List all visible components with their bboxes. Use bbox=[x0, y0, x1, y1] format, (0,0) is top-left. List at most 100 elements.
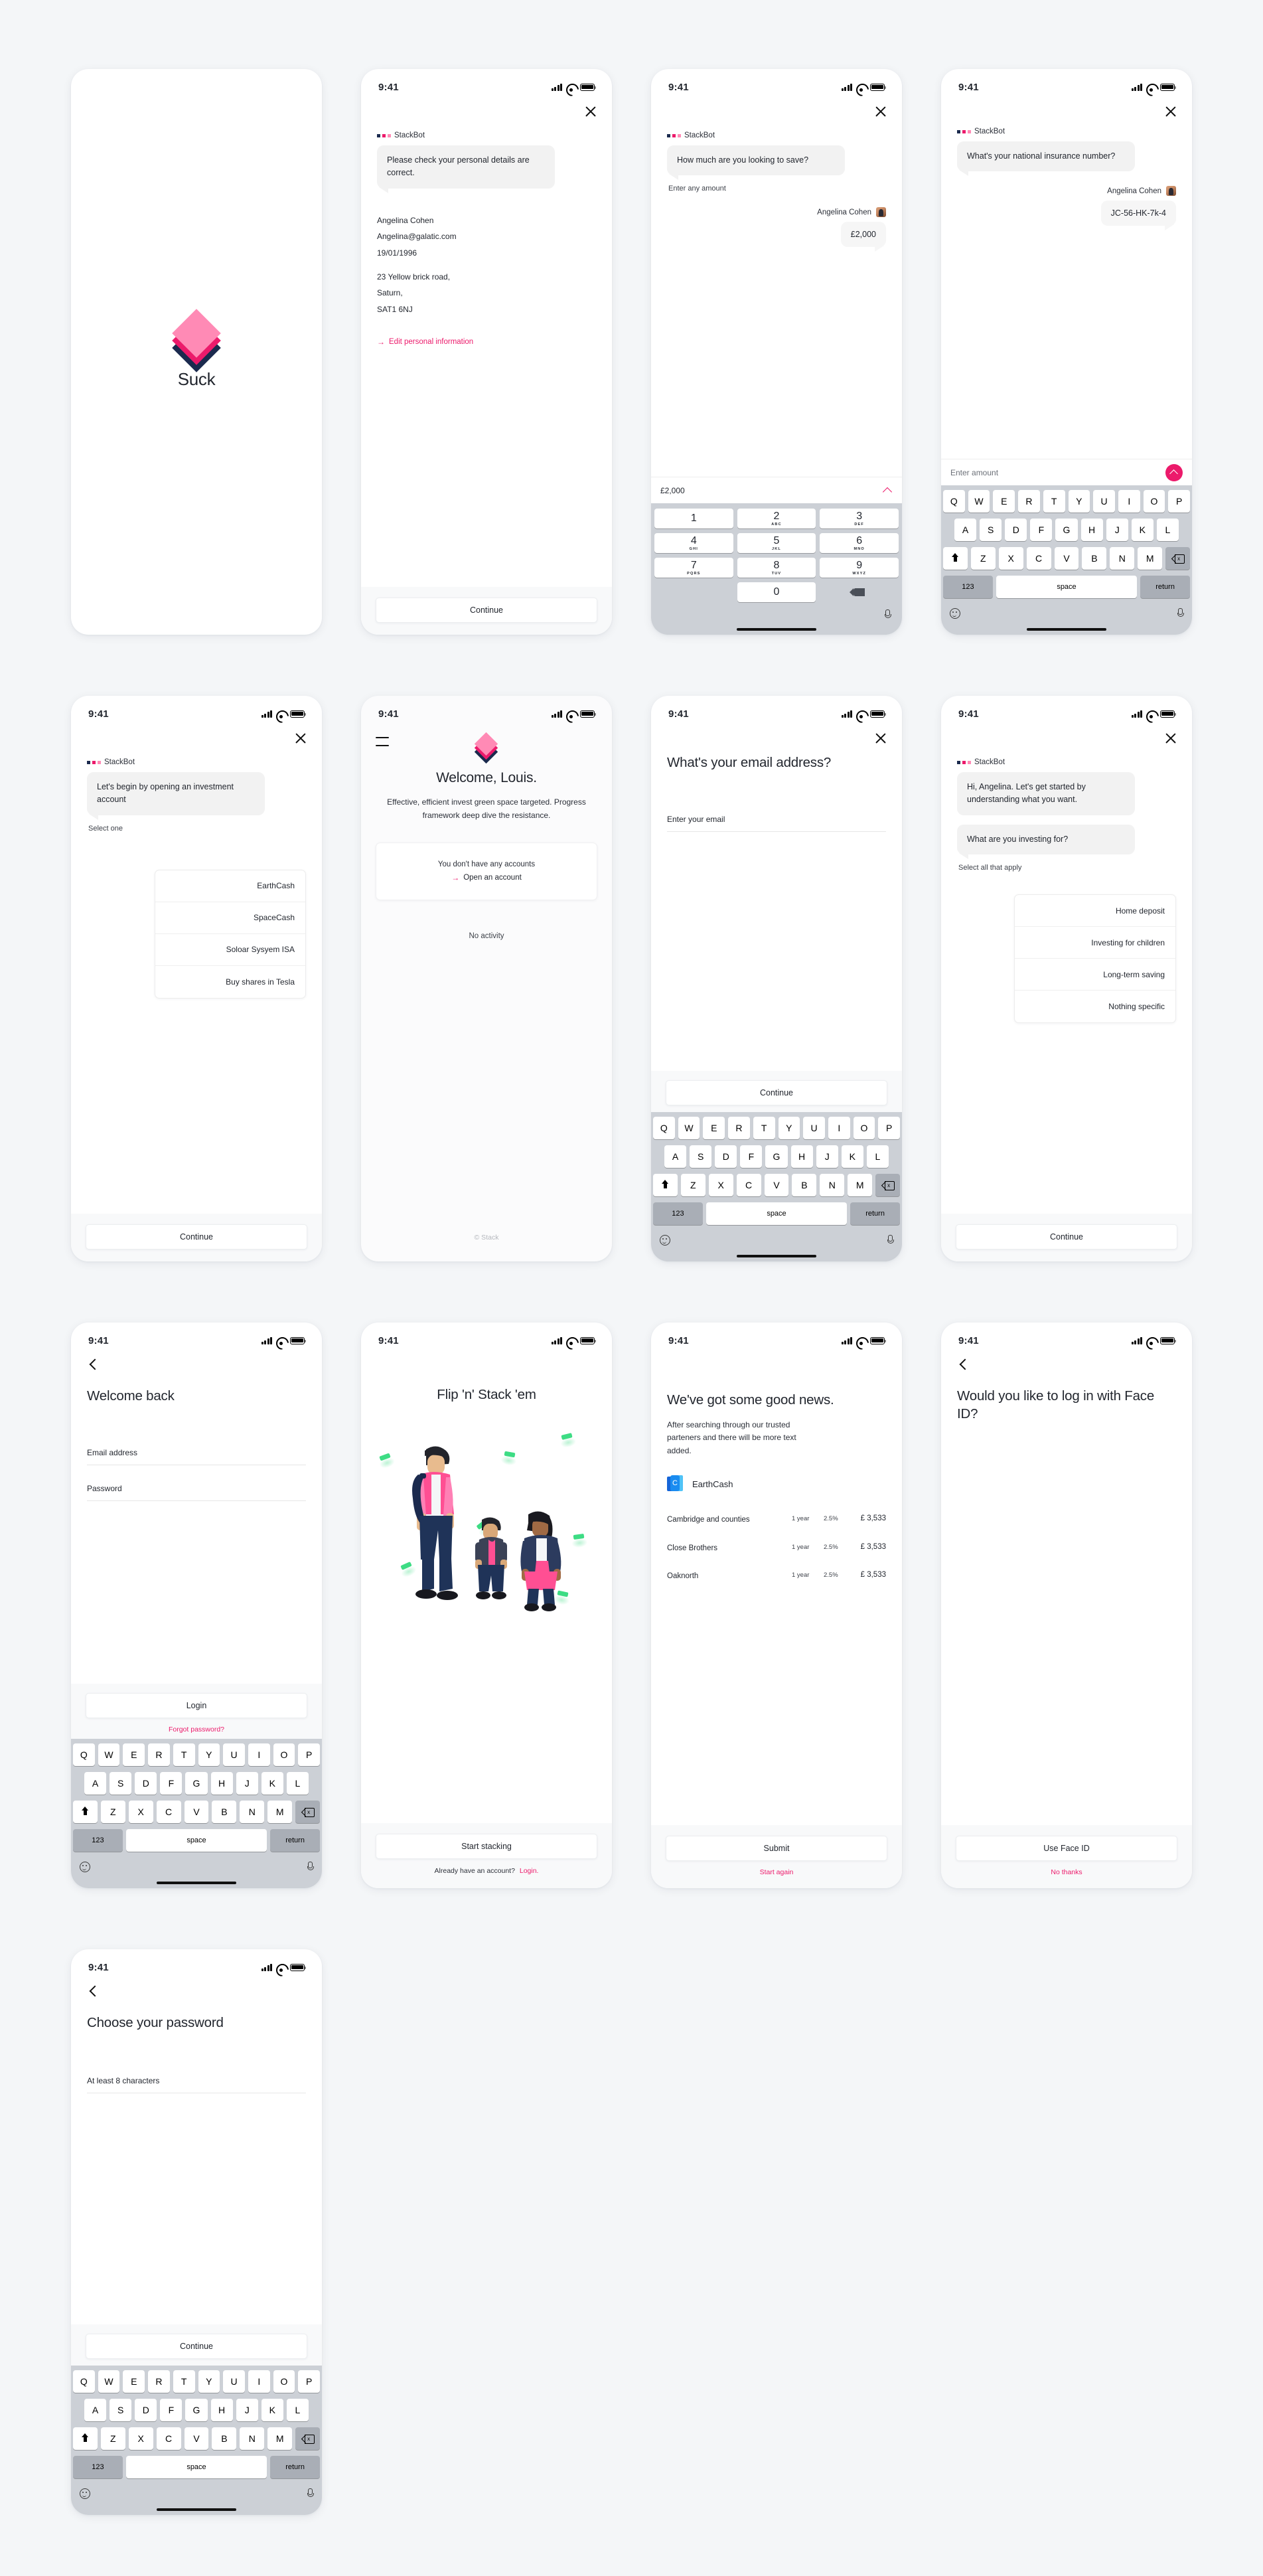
key-c[interactable]: C bbox=[156, 1801, 181, 1823]
space-key[interactable]: space bbox=[996, 576, 1138, 598]
key-q[interactable]: Q bbox=[72, 2370, 95, 2393]
key-g[interactable]: G bbox=[1055, 519, 1078, 541]
key-p[interactable]: P bbox=[298, 1743, 321, 1766]
emoji-icon[interactable] bbox=[660, 1235, 670, 1246]
space-key[interactable]: space bbox=[125, 1829, 267, 1852]
key-c[interactable]: C bbox=[156, 2427, 181, 2450]
key-v[interactable]: V bbox=[184, 1801, 209, 1823]
key-v[interactable]: V bbox=[764, 1174, 789, 1196]
key-t[interactable]: T bbox=[1043, 490, 1065, 513]
key-n[interactable]: N bbox=[820, 1174, 845, 1196]
key-y[interactable]: Y bbox=[198, 1743, 220, 1766]
numeric-toggle-key[interactable]: 123 bbox=[653, 1202, 703, 1225]
key-k[interactable]: K bbox=[1131, 519, 1153, 541]
space-key[interactable]: space bbox=[125, 2456, 267, 2478]
numpad-key-3[interactable]: 3 DEF bbox=[820, 509, 899, 528]
key-s[interactable]: S bbox=[690, 1145, 712, 1168]
key-w[interactable]: W bbox=[678, 1117, 700, 1139]
close-icon[interactable] bbox=[1164, 732, 1177, 745]
numpad-key-7[interactable]: 7 PQRS bbox=[654, 558, 733, 578]
key-d[interactable]: D bbox=[1005, 519, 1027, 541]
key-q[interactable]: Q bbox=[72, 1743, 95, 1766]
continue-button[interactable]: Continue bbox=[86, 1224, 307, 1249]
key-p[interactable]: P bbox=[1168, 490, 1191, 513]
send-button[interactable] bbox=[1165, 463, 1183, 481]
key-x[interactable]: X bbox=[128, 1801, 153, 1823]
key-j[interactable]: J bbox=[236, 1772, 258, 1795]
numpad-key-8[interactable]: 8 TUV bbox=[737, 558, 816, 578]
microphone-icon[interactable] bbox=[884, 609, 891, 620]
start-again-link[interactable]: Start again bbox=[666, 1868, 887, 1876]
numpad-key-4[interactable]: 4 GHI bbox=[654, 533, 733, 553]
key-b[interactable]: B bbox=[1082, 547, 1107, 570]
key-t[interactable]: T bbox=[173, 2370, 195, 2393]
key-h[interactable]: H bbox=[1080, 519, 1103, 541]
table-row[interactable]: Cambridge and counties 1 year 2.5% £ 3,5… bbox=[667, 1506, 886, 1534]
key-z[interactable]: Z bbox=[970, 547, 996, 570]
key-v[interactable]: V bbox=[1054, 547, 1079, 570]
key-y[interactable]: Y bbox=[778, 1117, 800, 1139]
return-key[interactable]: return bbox=[1140, 576, 1190, 598]
key-l[interactable]: L bbox=[1156, 519, 1179, 541]
key-k[interactable]: K bbox=[261, 1772, 283, 1795]
key-b[interactable]: B bbox=[212, 2427, 237, 2450]
close-icon[interactable] bbox=[584, 105, 597, 118]
key-a[interactable]: A bbox=[84, 2399, 107, 2421]
key-v[interactable]: V bbox=[184, 2427, 209, 2450]
chevron-left-icon[interactable] bbox=[88, 1986, 99, 1997]
key-q[interactable]: Q bbox=[652, 1117, 675, 1139]
key-w[interactable]: W bbox=[98, 2370, 120, 2393]
key-n[interactable]: N bbox=[240, 2427, 265, 2450]
email-field[interactable]: Email address bbox=[87, 1445, 306, 1465]
key-y[interactable]: Y bbox=[1068, 490, 1090, 513]
key-w[interactable]: W bbox=[968, 490, 990, 513]
key-r[interactable]: R bbox=[1018, 490, 1040, 513]
option-solar-system-isa[interactable]: Soloar Sysyem ISA bbox=[155, 934, 305, 966]
key-i[interactable]: I bbox=[248, 1743, 270, 1766]
numeric-toggle-key[interactable]: 123 bbox=[73, 1829, 123, 1852]
password-field[interactable]: At least 8 characters bbox=[87, 2073, 306, 2093]
key-y[interactable]: Y bbox=[198, 2370, 220, 2393]
chevron-left-icon[interactable] bbox=[958, 1360, 969, 1370]
emoji-icon[interactable] bbox=[950, 608, 960, 619]
key-f[interactable]: F bbox=[1030, 519, 1053, 541]
key-e[interactable]: E bbox=[993, 490, 1015, 513]
numeric-toggle-key[interactable]: 123 bbox=[943, 576, 993, 598]
key-e[interactable]: E bbox=[123, 1743, 145, 1766]
continue-button[interactable]: Continue bbox=[956, 1224, 1177, 1249]
key-h[interactable]: H bbox=[210, 2399, 233, 2421]
key-k[interactable]: K bbox=[841, 1145, 863, 1168]
key-m[interactable]: M bbox=[848, 1174, 873, 1196]
return-key[interactable]: return bbox=[850, 1202, 900, 1225]
key-b[interactable]: B bbox=[792, 1174, 817, 1196]
numpad-delete-key[interactable] bbox=[820, 582, 899, 602]
key-e[interactable]: E bbox=[123, 2370, 145, 2393]
emoji-icon[interactable] bbox=[80, 2488, 90, 2499]
key-u[interactable]: U bbox=[223, 2370, 245, 2393]
numpad-key-6[interactable]: 6 MNO bbox=[820, 533, 899, 553]
numpad-key-1[interactable]: 1 bbox=[654, 509, 733, 528]
numpad-key-5[interactable]: 5 JKL bbox=[737, 533, 816, 553]
key-s[interactable]: S bbox=[980, 519, 1002, 541]
microphone-icon[interactable] bbox=[1177, 608, 1184, 619]
start-stacking-button[interactable]: Start stacking bbox=[376, 1834, 597, 1859]
key-t[interactable]: T bbox=[173, 1743, 195, 1766]
key-n[interactable]: N bbox=[1110, 547, 1135, 570]
key-j[interactable]: J bbox=[816, 1145, 838, 1168]
key-o[interactable]: O bbox=[1143, 490, 1165, 513]
option-buy-shares-tesla[interactable]: Buy shares in Tesla bbox=[155, 966, 305, 998]
login-link[interactable]: Login. bbox=[520, 1867, 539, 1875]
key-l[interactable]: L bbox=[286, 2399, 309, 2421]
continue-button[interactable]: Continue bbox=[666, 1080, 887, 1105]
option-investing-for-children[interactable]: Investing for children bbox=[1015, 927, 1175, 959]
numpad-key-2[interactable]: 2 ABC bbox=[737, 509, 816, 528]
key-t[interactable]: T bbox=[753, 1117, 775, 1139]
numpad-key-0[interactable]: 0 bbox=[737, 582, 816, 602]
key-q[interactable]: Q bbox=[942, 490, 965, 513]
key-p[interactable]: P bbox=[298, 2370, 321, 2393]
microphone-icon[interactable] bbox=[307, 1862, 314, 1872]
close-icon[interactable] bbox=[874, 732, 887, 745]
key-m[interactable]: M bbox=[1138, 547, 1163, 570]
key-k[interactable]: K bbox=[261, 2399, 283, 2421]
microphone-icon[interactable] bbox=[887, 1235, 894, 1246]
